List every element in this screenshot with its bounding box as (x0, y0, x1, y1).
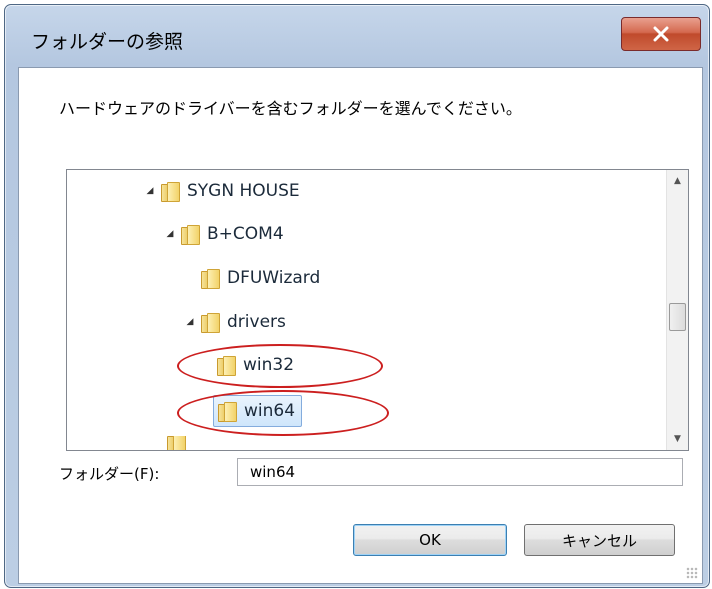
folder-input[interactable] (237, 458, 683, 486)
expand-arrow-icon[interactable]: ◢ (183, 317, 197, 327)
dialog-window: フォルダーの参照 ハードウェアのドライバーを含むフォルダーを選んでください。 ◢… (4, 4, 710, 588)
scroll-up-arrow-icon[interactable]: ▲ (667, 170, 688, 192)
tree-scrollbar[interactable]: ▲ ▼ (666, 170, 688, 450)
dialog-title: フォルダーの参照 (31, 31, 184, 53)
tree-item-sygn-house[interactable]: ◢ SYGN HOUSE (143, 178, 300, 204)
close-button[interactable] (621, 17, 701, 51)
tree-item-label: win32 (243, 355, 295, 375)
folder-icon (201, 313, 220, 333)
folder-icon (181, 225, 200, 245)
folder-icon (217, 356, 236, 376)
tree-item-label: drivers (227, 312, 286, 332)
tree-item-label: win64 (244, 401, 296, 421)
scroll-down-arrow-icon[interactable]: ▼ (667, 428, 688, 450)
close-icon (653, 26, 669, 42)
resize-grip-icon[interactable] (686, 567, 698, 579)
folder-icon (161, 182, 180, 202)
tree-item-partial[interactable] (163, 436, 193, 450)
ok-button[interactable]: OK (353, 524, 507, 556)
expand-arrow-icon[interactable]: ◢ (163, 229, 177, 239)
folder-icon (201, 269, 220, 289)
tree-item-drivers[interactable]: ◢ drivers (183, 309, 286, 335)
tree-item-label: DFUWizard (227, 268, 321, 288)
expand-arrow-icon[interactable]: ◢ (143, 186, 157, 196)
tree-item-win32[interactable]: win32 (213, 352, 294, 378)
scrollbar-thumb[interactable] (669, 303, 686, 331)
folder-icon (218, 402, 237, 422)
tree-item-label: B+COM4 (207, 224, 284, 244)
tree-item-bcom4[interactable]: ◢ B+COM4 (163, 221, 284, 247)
folder-field-label: フォルダー(F): (59, 465, 160, 483)
instruction-text: ハードウェアのドライバーを含むフォルダーを選んでください。 (59, 99, 522, 118)
folder-icon (167, 436, 186, 450)
tree-item-win64[interactable]: win64 (213, 395, 303, 427)
cancel-button[interactable]: キャンセル (524, 524, 675, 556)
dialog-body: ハードウェアのドライバーを含むフォルダーを選んでください。 ◢ SYGN HOU… (18, 67, 703, 584)
tree-item-dfuwizard[interactable]: DFUWizard (197, 265, 320, 291)
folder-tree[interactable]: ◢ SYGN HOUSE ◢ B+COM4 DFUWizard ◢ driver… (66, 169, 689, 451)
tree-item-label: SYGN HOUSE (187, 181, 300, 201)
